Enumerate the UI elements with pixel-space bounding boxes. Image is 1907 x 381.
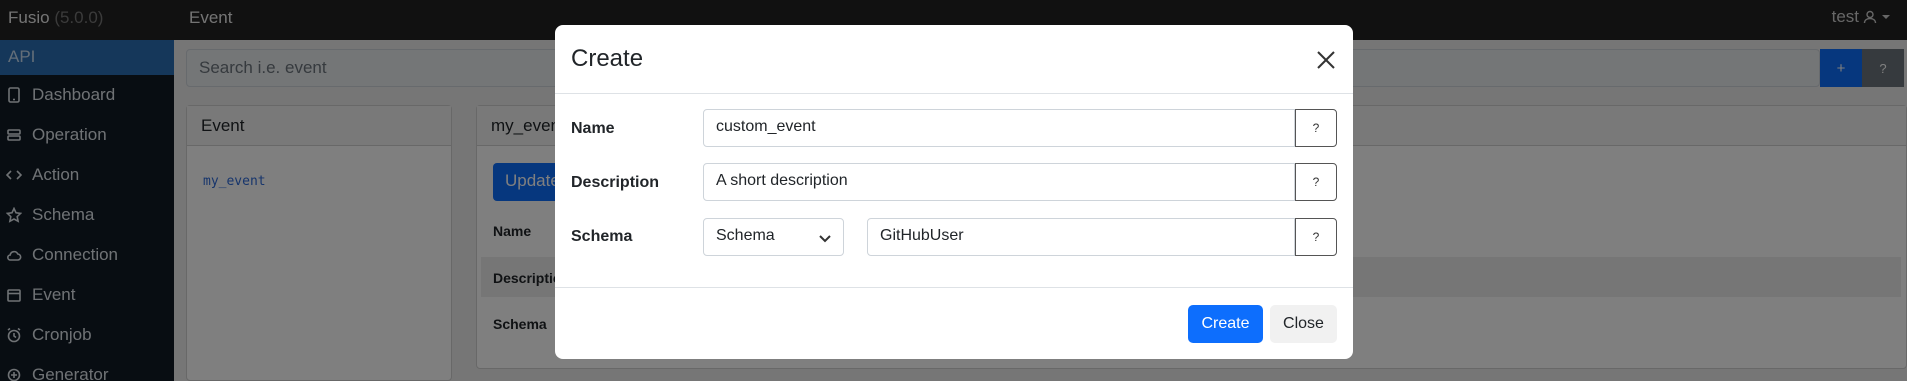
description-help-button[interactable]: ?	[1295, 163, 1337, 201]
create-button[interactable]: Create	[1188, 305, 1263, 343]
schema-label: Schema	[571, 228, 633, 245]
modal-header-divider	[555, 93, 1353, 94]
create-modal: Create Name custom_event ? Description A…	[555, 25, 1353, 359]
name-help-button[interactable]: ?	[1295, 109, 1337, 147]
name-field[interactable]: custom_event	[703, 109, 1295, 147]
modal-title: Create	[571, 45, 644, 72]
name-label: Name	[571, 120, 615, 137]
schema-field[interactable]: GitHubUser	[867, 218, 1295, 256]
description-label: Description	[571, 174, 660, 191]
schema-help-button[interactable]: ?	[1295, 218, 1337, 256]
schema-type-value: Schema	[716, 227, 775, 244]
description-field[interactable]: A short description	[703, 163, 1295, 201]
schema-type-select[interactable]: Schema	[703, 218, 844, 256]
chevron-down-icon	[819, 235, 831, 243]
close-icon[interactable]	[1313, 47, 1339, 73]
modal-footer-divider	[555, 287, 1353, 288]
close-button[interactable]: Close	[1270, 305, 1337, 343]
